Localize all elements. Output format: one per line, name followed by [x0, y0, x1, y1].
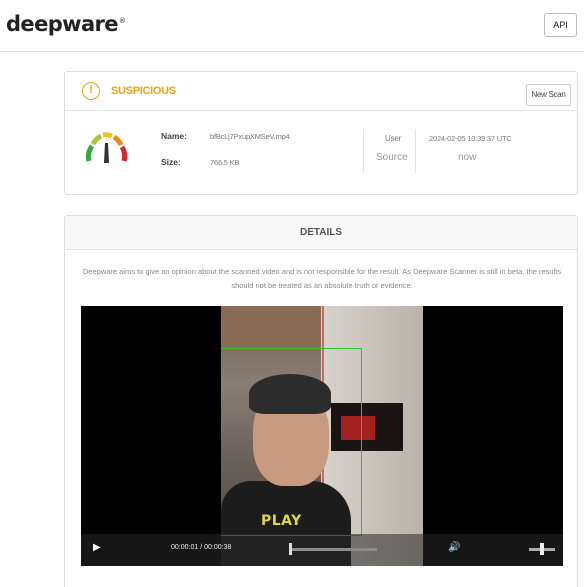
- scan-date-value: 2024-02-05 10:39:37 UTC: [429, 134, 512, 143]
- disclaimer-text: Deepware aims to give an opinion about t…: [82, 267, 562, 290]
- top-navbar: deepware® API: [0, 0, 584, 52]
- relative-time-value: now: [458, 152, 477, 163]
- play-icon[interactable]: ▶: [93, 542, 101, 553]
- seek-thumb[interactable]: [289, 543, 292, 555]
- warning-icon: !: [82, 82, 100, 100]
- result-header: ! SUSPICIOUS New Scan: [65, 72, 577, 111]
- volume-icon[interactable]: 🔊: [448, 542, 460, 553]
- video-player[interactable]: PLAY ▶ 00:00:01 / 00:00:38 🔊: [81, 306, 563, 566]
- details-card: DETAILS Deepware aims to give an opinion…: [64, 215, 578, 587]
- size-label: Size:: [161, 157, 181, 167]
- divider: [363, 129, 364, 173]
- file-name-value: bfBcLj7PxupXMSeV.mp4: [210, 132, 290, 141]
- video-frame: PLAY: [221, 306, 423, 566]
- verdict-label: SUSPICIOUS: [111, 85, 176, 97]
- api-button[interactable]: API: [544, 13, 577, 37]
- scan-result-card: ! SUSPICIOUS New Scan Name: bfBcLj7PxupX…: [64, 71, 578, 195]
- details-header: DETAILS: [65, 216, 577, 250]
- face-detection-box: [221, 348, 362, 536]
- new-scan-button[interactable]: New Scan: [526, 84, 571, 106]
- user-label: User: [385, 134, 402, 143]
- file-size-value: 766.5 KB: [210, 158, 240, 167]
- details-title: DETAILS: [299, 227, 343, 238]
- video-controls: ▶ 00:00:01 / 00:00:38 🔊: [81, 534, 563, 566]
- risk-gauge-icon: [86, 132, 128, 163]
- divider: [415, 129, 416, 173]
- volume-thumb[interactable]: [540, 543, 544, 555]
- video-time: 00:00:01 / 00:00:38: [171, 544, 232, 551]
- deepware-logo[interactable]: deepware®: [6, 12, 126, 36]
- source-label: Source: [376, 152, 408, 163]
- seek-bar[interactable]: [289, 548, 377, 551]
- name-label: Name:: [161, 131, 187, 141]
